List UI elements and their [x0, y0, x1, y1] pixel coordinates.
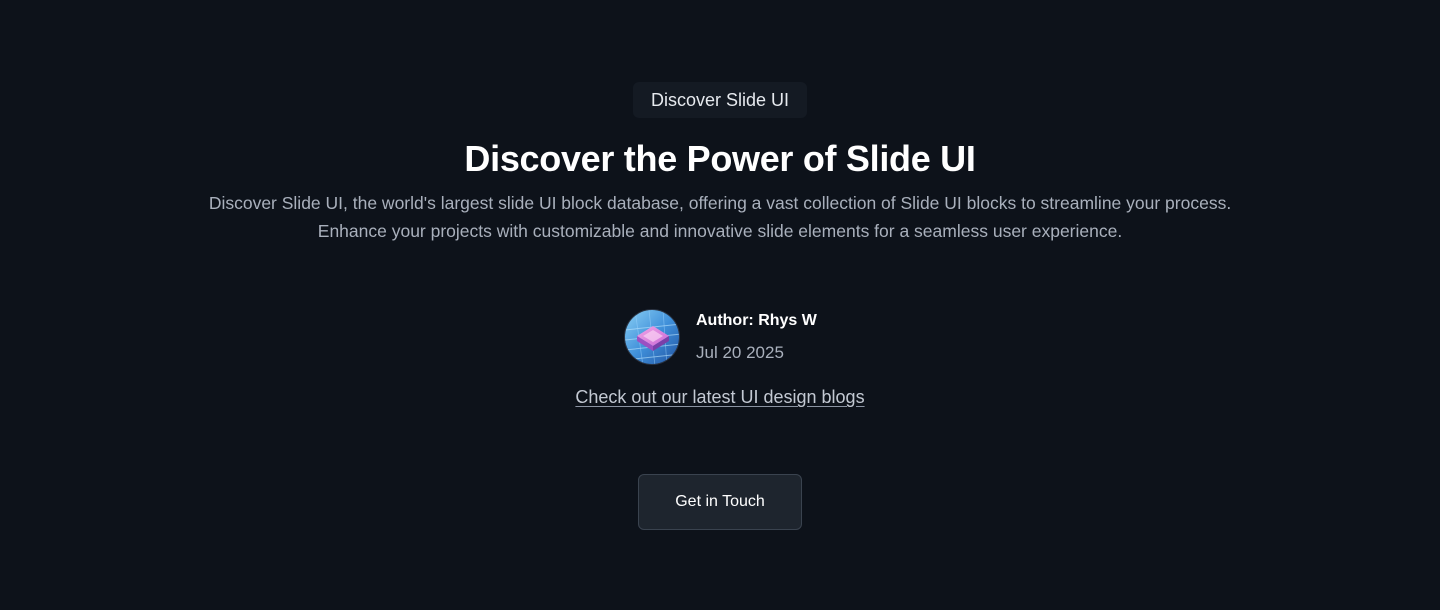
author-avatar: [624, 309, 680, 365]
avatar-image: [625, 310, 679, 364]
hero-section: Discover Slide UI Discover the Power of …: [0, 0, 1440, 610]
get-in-touch-button[interactable]: Get in Touch: [638, 474, 802, 530]
page-description: Discover Slide UI, the world's largest s…: [208, 193, 1232, 241]
author-name: Author: Rhys W: [696, 312, 817, 329]
blog-link[interactable]: Check out our latest UI design blogs: [575, 387, 864, 407]
blog-link-row: Check out our latest UI design blogs: [0, 384, 1440, 410]
author-info: Author: Rhys W Jul 20 2025: [696, 310, 817, 364]
section-badge: Discover Slide UI: [633, 82, 807, 118]
author-card: Author: Rhys W Jul 20 2025: [624, 309, 817, 365]
page-title: Discover the Power of Slide UI: [464, 138, 976, 179]
publish-date: Jul 20 2025: [696, 343, 784, 362]
section-badge-label: Discover Slide UI: [650, 89, 790, 110]
